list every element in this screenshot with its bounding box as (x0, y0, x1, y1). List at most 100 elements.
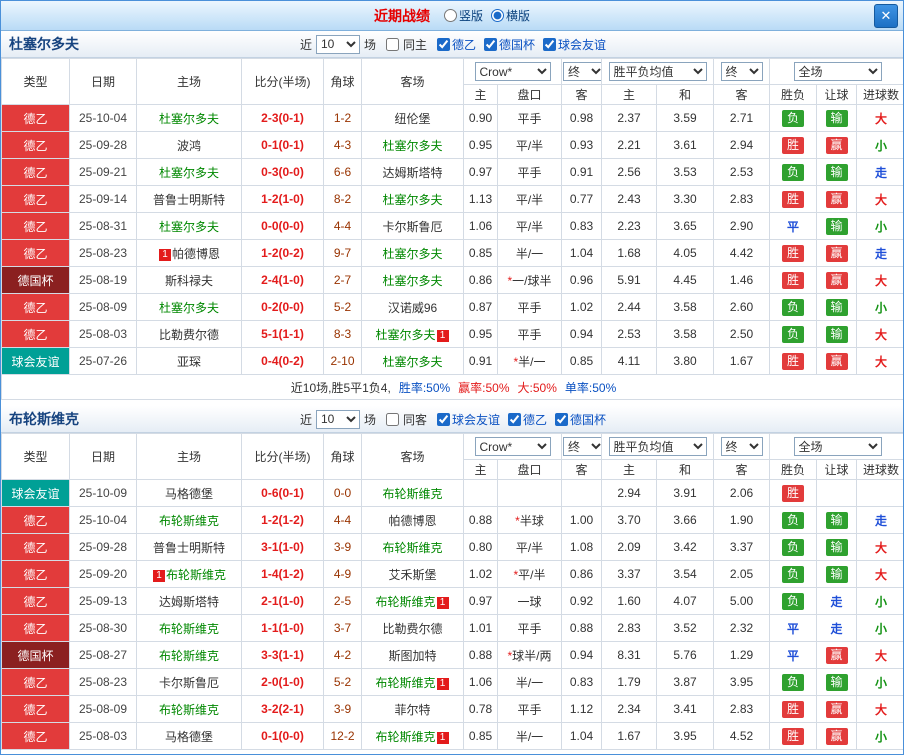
layout-horizontal-option[interactable]: 横版 (491, 7, 530, 24)
result-goals: 小 (875, 730, 887, 744)
bookmaker-select[interactable]: Crow* (475, 62, 551, 81)
league-checkbox[interactable] (484, 38, 497, 51)
red-card-badge: 1 (437, 678, 449, 690)
red-card-badge: 1 (437, 330, 449, 342)
league-type-cell: 球会友谊 (2, 480, 70, 507)
final-asian-select[interactable]: 终 (563, 62, 602, 81)
vertical-radio[interactable] (444, 9, 457, 22)
home-water-cell: 0.88 (464, 507, 498, 534)
close-button[interactable]: ✕ (874, 4, 898, 28)
bookmaker-select[interactable]: Crow* (475, 437, 551, 456)
column-header: 类型 (2, 434, 70, 480)
away-water-cell: 1.08 (562, 534, 602, 561)
league-checkbox[interactable] (508, 413, 521, 426)
result-goals: 大 (875, 355, 887, 369)
handicap-text: 一/球半 (512, 274, 551, 288)
match-count-select[interactable]: 10 (316, 35, 360, 54)
euro-draw-cell: 3.52 (657, 615, 714, 642)
euro-home-cell: 1.79 (602, 669, 657, 696)
corners-cell: 3-9 (324, 534, 362, 561)
result-handicap: 赢 (826, 353, 848, 370)
corners-cell: 4-4 (324, 507, 362, 534)
result-wdl: 负 (782, 539, 804, 556)
match-row: 德国杯25-08-19斯科禄夫2-4(1-0)2-7杜塞尔多夫0.86*一/球半… (2, 267, 904, 294)
score-cell: 1-2(1-0) (242, 186, 324, 213)
euro-away-cell: 4.42 (714, 240, 770, 267)
away-team-name: 斯图加特 (388, 649, 436, 663)
league-checkbox[interactable] (437, 413, 450, 426)
result-wdl: 胜 (782, 272, 804, 289)
europe-avg-select[interactable]: 胜平负均值 (609, 437, 707, 456)
match-count-select[interactable]: 10 (316, 410, 360, 429)
home-team-name: 布轮斯维克 (159, 649, 219, 663)
vertical-radio-label: 竖版 (459, 7, 483, 24)
layout-vertical-option[interactable]: 竖版 (444, 7, 483, 24)
scope-select[interactable]: 全场 (794, 62, 882, 81)
away-water-cell: 1.12 (562, 696, 602, 723)
home-team-name: 布轮斯维克 (159, 514, 219, 528)
scope-select[interactable]: 全场 (794, 437, 882, 456)
section-header-bar: 布轮斯维克近10场同客球会友谊德乙德国杯 (1, 406, 903, 433)
league-filter[interactable]: 德乙 (508, 411, 547, 428)
same-venue-checkbox[interactable] (386, 413, 399, 426)
result-goals: 走 (875, 166, 887, 180)
column-header: 日期 (70, 434, 137, 480)
result-handicap: 赢 (826, 728, 848, 745)
same-venue-filter[interactable]: 同客 (386, 411, 429, 428)
league-checkbox[interactable] (543, 38, 556, 51)
away-team-name: 帕德博恩 (388, 514, 436, 528)
score-cell: 0-1(0-0) (242, 723, 324, 750)
league-checkbox[interactable] (555, 413, 568, 426)
column-subheader: 主 (602, 85, 657, 105)
euro-home-cell: 1.60 (602, 588, 657, 615)
europe-avg-select[interactable]: 胜平负均值 (609, 62, 707, 81)
date-cell: 25-08-03 (70, 723, 137, 750)
away-team-name: 菲尔特 (394, 703, 430, 717)
away-team-cell: 卡尔斯鲁厄 (362, 213, 464, 240)
date-cell: 25-09-14 (70, 186, 137, 213)
euro-draw-cell: 3.65 (657, 213, 714, 240)
column-subheader: 胜负 (770, 85, 817, 105)
horizontal-radio[interactable] (491, 9, 504, 22)
home-team-cell: 亚琛 (137, 348, 242, 375)
result-goals: 大 (875, 274, 887, 288)
corners-cell: 12-2 (324, 723, 362, 750)
result-goals: 大 (875, 649, 887, 663)
away-team-name: 杜塞尔多夫 (382, 355, 442, 369)
date-cell: 25-08-30 (70, 615, 137, 642)
same-venue-filter[interactable]: 同主 (386, 36, 429, 53)
away-water-cell: 0.92 (562, 588, 602, 615)
away-team-cell: 布轮斯维克1 (362, 669, 464, 696)
final-euro-select[interactable]: 终 (721, 62, 763, 81)
away-team-name: 杜塞尔多夫 (375, 328, 435, 342)
league-type-cell: 德乙 (2, 321, 70, 348)
final-euro-select[interactable]: 终 (721, 437, 763, 456)
date-cell: 25-09-20 (70, 561, 137, 588)
titlebar: 近期战绩 竖版 横版 ✕ (1, 1, 903, 31)
handicap-text: 球半/两 (512, 649, 551, 663)
league-filter[interactable]: 球会友谊 (437, 411, 500, 428)
league-filter[interactable]: 德乙 (437, 36, 476, 53)
result-goals: 大 (875, 541, 887, 555)
league-filter[interactable]: 德国杯 (555, 411, 606, 428)
result-wdl: 负 (782, 326, 804, 343)
result-wdl: 胜 (782, 701, 804, 718)
match-row: 德乙25-08-231帕德博恩1-2(0-2)9-7杜塞尔多夫0.85半/一1.… (2, 240, 904, 267)
column-subheader: 让球 (817, 85, 857, 105)
league-filter[interactable]: 球会友谊 (543, 36, 606, 53)
date-cell: 25-08-27 (70, 642, 137, 669)
final-asian-select[interactable]: 终 (563, 437, 602, 456)
home-team-name: 普鲁士明斯特 (153, 541, 225, 555)
column-subheader: 客 (714, 85, 770, 105)
home-team-name: 马格德堡 (165, 730, 213, 744)
league-filter[interactable]: 德国杯 (484, 36, 535, 53)
euro-away-cell: 5.00 (714, 588, 770, 615)
result-goals-cell: 大 (857, 696, 904, 723)
home-team-cell: 斯科禄夫 (137, 267, 242, 294)
same-venue-checkbox[interactable] (386, 38, 399, 51)
league-checkbox[interactable] (437, 38, 450, 51)
corners-cell: 2-7 (324, 267, 362, 294)
result-handicap: 赢 (826, 272, 848, 289)
euro-away-cell: 1.46 (714, 267, 770, 294)
home-team-name: 布轮斯维克 (166, 568, 226, 582)
